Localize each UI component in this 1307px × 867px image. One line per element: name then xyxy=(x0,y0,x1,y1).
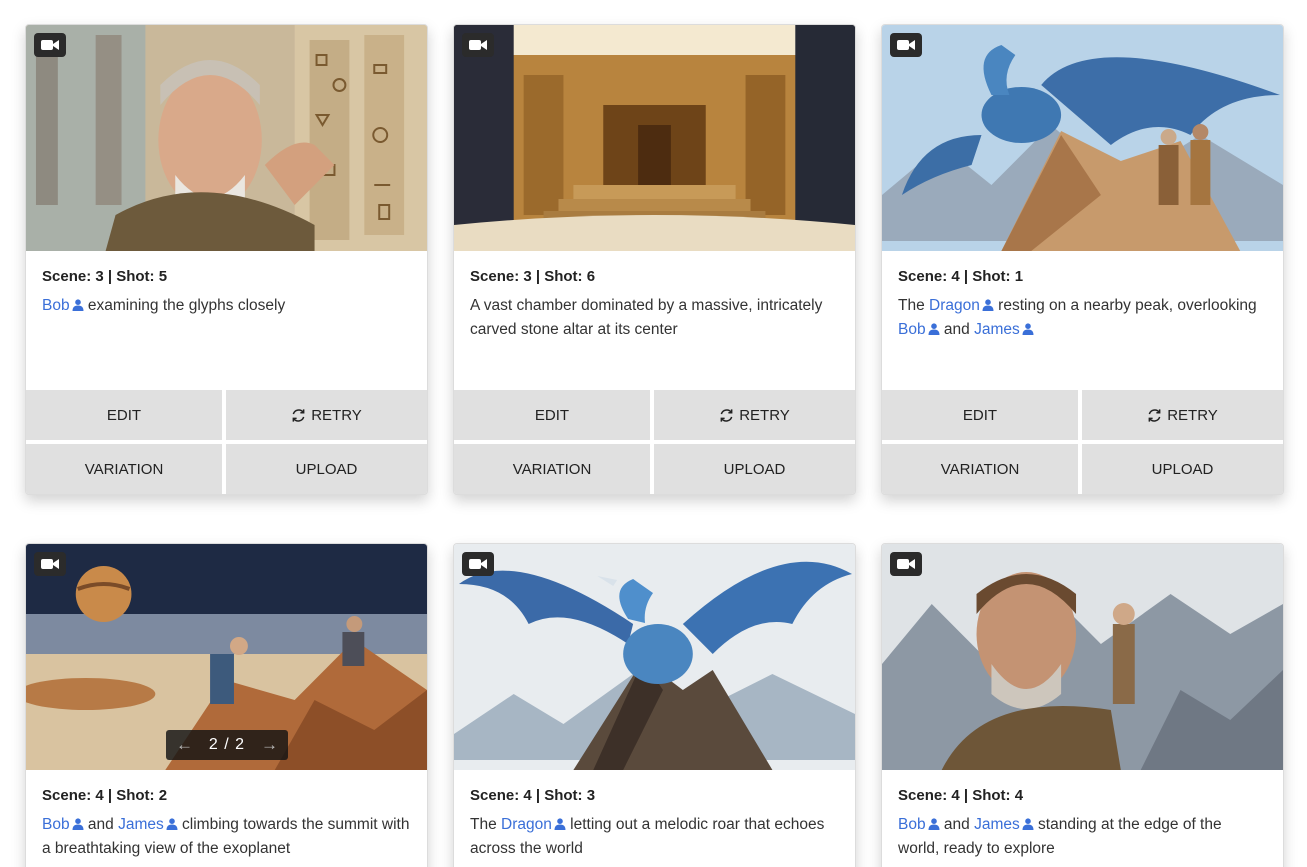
description-text: resting on a nearby peak, overlooking xyxy=(993,297,1257,314)
scene-shot-label: Scene: 4 | Shot: 2 xyxy=(42,787,168,804)
character-link[interactable]: James xyxy=(974,816,1034,833)
description-text: and xyxy=(939,816,975,833)
dragon-on-peak-illustration xyxy=(882,25,1283,251)
card-body: Scene: 3 | Shot: 5 Bob examining the gly… xyxy=(26,251,427,390)
shot-description: The Dragon letting out a melodic roar th… xyxy=(470,813,839,861)
variation-button[interactable]: VARIATION xyxy=(26,444,222,494)
card-body: Scene: 4 | Shot: 1 The Dragon resting on… xyxy=(882,251,1283,390)
description-text: and xyxy=(83,816,119,833)
card-actions: EDIT RETRY VARIATION UPLOAD xyxy=(882,390,1283,494)
shot-card: Scene: 3 | Shot: 5 Bob examining the gly… xyxy=(25,24,428,495)
card-body: Scene: 4 | Shot: 3 The Dragon letting ou… xyxy=(454,770,855,867)
card-body: Scene: 4 | Shot: 4 Bob and James standin… xyxy=(882,770,1283,867)
video-camera-icon xyxy=(890,33,922,57)
character-link[interactable]: James xyxy=(974,321,1034,338)
person-icon xyxy=(982,299,994,311)
scene-shot-label: Scene: 3 | Shot: 6 xyxy=(470,268,596,285)
shot-card: ← 2 / 2 → Scene: 4 | Shot: 2 Bob and Jam… xyxy=(25,543,428,867)
scene-shot-label: Scene: 3 | Shot: 5 xyxy=(42,268,168,285)
person-icon xyxy=(1022,818,1034,830)
description-text: A vast chamber dominated by a massive, i… xyxy=(470,297,823,338)
shot-card: Scene: 4 | Shot: 1 The Dragon resting on… xyxy=(881,24,1284,495)
character-link[interactable]: Dragon xyxy=(501,816,566,833)
video-camera-icon xyxy=(462,33,494,57)
edit-button[interactable]: EDIT xyxy=(882,390,1078,440)
variation-button[interactable]: VARIATION xyxy=(882,444,1078,494)
shot-image[interactable] xyxy=(454,544,855,770)
card-body: Scene: 3 | Shot: 6 A vast chamber domina… xyxy=(454,251,855,390)
image-pager: ← 2 / 2 → xyxy=(166,730,288,760)
shot-card: Scene: 3 | Shot: 6 A vast chamber domina… xyxy=(453,24,856,495)
retry-button[interactable]: RETRY xyxy=(226,390,427,440)
scene-shot-label: Scene: 4 | Shot: 4 xyxy=(898,787,1024,804)
shot-card: Scene: 4 | Shot: 3 The Dragon letting ou… xyxy=(453,543,856,867)
shot-description: The Dragon resting on a nearby peak, ove… xyxy=(898,294,1267,342)
person-icon xyxy=(72,299,84,311)
shot-image[interactable] xyxy=(882,544,1283,770)
person-icon xyxy=(72,818,84,830)
arrow-right-icon[interactable]: → xyxy=(261,735,278,755)
video-camera-icon xyxy=(34,552,66,576)
description-text: The xyxy=(470,816,502,833)
card-actions: EDIT RETRY VARIATION UPLOAD xyxy=(454,390,855,494)
pager-count: 2 / 2 xyxy=(208,736,246,753)
shot-description: Bob examining the glyphs closely xyxy=(42,294,411,318)
shot-description: A vast chamber dominated by a massive, i… xyxy=(470,294,839,342)
refresh-icon xyxy=(720,408,733,422)
refresh-icon xyxy=(292,408,305,422)
shot-image[interactable] xyxy=(454,25,855,251)
character-link[interactable]: Bob xyxy=(42,816,84,833)
character-link[interactable]: Bob xyxy=(898,321,940,338)
person-icon xyxy=(1022,323,1034,335)
shot-image[interactable] xyxy=(882,25,1283,251)
arrow-left-icon[interactable]: ← xyxy=(176,735,193,755)
video-camera-icon xyxy=(462,552,494,576)
edit-button[interactable]: EDIT xyxy=(26,390,222,440)
description-text: examining the glyphs closely xyxy=(83,297,286,314)
shot-image[interactable] xyxy=(26,25,427,251)
card-actions: EDIT RETRY VARIATION UPLOAD xyxy=(26,390,427,494)
explorer-glyphs-illustration xyxy=(26,25,427,251)
person-icon xyxy=(928,818,940,830)
scene-shot-label: Scene: 4 | Shot: 1 xyxy=(898,268,1024,285)
shot-image[interactable]: ← 2 / 2 → xyxy=(26,544,427,770)
description-text: The xyxy=(898,297,930,314)
character-link[interactable]: Dragon xyxy=(929,297,994,314)
stone-chamber-illustration xyxy=(454,25,855,251)
edit-button[interactable]: EDIT xyxy=(454,390,650,440)
man-and-boy-mountain-illustration xyxy=(882,544,1283,770)
upload-button[interactable]: UPLOAD xyxy=(226,444,427,494)
shot-card: Scene: 4 | Shot: 4 Bob and James standin… xyxy=(881,543,1284,867)
card-body: Scene: 4 | Shot: 2 Bob and James climbin… xyxy=(26,770,427,867)
person-icon xyxy=(166,818,178,830)
upload-button[interactable]: UPLOAD xyxy=(654,444,855,494)
description-text: and xyxy=(939,321,975,338)
character-link[interactable]: Bob xyxy=(898,816,940,833)
shot-description: Bob and James climbing towards the summi… xyxy=(42,813,411,861)
dragon-roaring-illustration xyxy=(454,544,855,770)
character-link[interactable]: Bob xyxy=(42,297,84,314)
retry-button[interactable]: RETRY xyxy=(654,390,855,440)
refresh-icon xyxy=(1148,408,1161,422)
scene-shot-label: Scene: 4 | Shot: 3 xyxy=(470,787,596,804)
video-camera-icon xyxy=(890,552,922,576)
person-icon xyxy=(928,323,940,335)
video-camera-icon xyxy=(34,33,66,57)
upload-button[interactable]: UPLOAD xyxy=(1082,444,1283,494)
retry-button[interactable]: RETRY xyxy=(1082,390,1283,440)
person-icon xyxy=(554,818,566,830)
character-link[interactable]: James xyxy=(118,816,178,833)
shot-description: Bob and James standing at the edge of th… xyxy=(898,813,1267,861)
variation-button[interactable]: VARIATION xyxy=(454,444,650,494)
